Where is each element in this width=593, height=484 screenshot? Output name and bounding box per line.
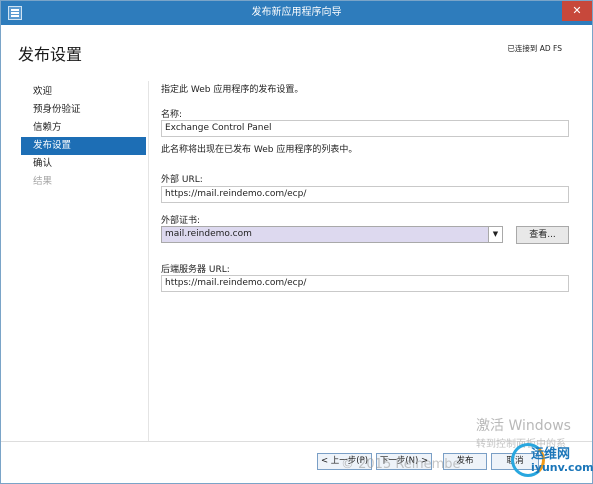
title-bar: 发布新应用程序向导 ✕: [1, 1, 592, 25]
nav-step-preauth[interactable]: 预身份验证: [21, 101, 146, 119]
backend-url-label: 后端服务器 URL:: [161, 265, 230, 275]
chevron-down-icon[interactable]: ▼: [488, 227, 502, 242]
nav-step-welcome[interactable]: 欢迎: [21, 83, 146, 101]
window-title: 发布新应用程序向导: [251, 7, 342, 18]
name-label: 名称:: [161, 110, 183, 120]
logo-line2: iyunv.com: [531, 461, 593, 474]
nav-step-results: 结果: [33, 176, 53, 187]
nav-step-publish-settings[interactable]: 发布设置: [21, 137, 146, 155]
external-cert-select[interactable]: mail.reindemo.com ▼: [161, 226, 503, 243]
logo-line1: 运维网: [531, 447, 571, 462]
external-url-label: 外部 URL:: [161, 175, 203, 185]
external-cert-label: 外部证书:: [161, 216, 201, 226]
external-cert-value: mail.reindemo.com: [165, 229, 252, 239]
page-title: 发布设置: [18, 45, 83, 64]
wizard-steps-nav: 欢迎 预身份验证 信赖方 发布设置 确认 结果: [21, 83, 146, 191]
form-intro: 指定此 Web 应用程序的发布设置。: [161, 85, 304, 95]
view-cert-button[interactable]: 查看...: [516, 226, 569, 244]
name-field[interactable]: Exchange Control Panel: [161, 120, 569, 137]
copyright-watermark: © 2015 Reinembe: [341, 457, 461, 472]
wizard-window: 发布新应用程序向导 ✕ 发布设置 已连接到 AD FS 欢迎 预身份验证 信赖方…: [0, 0, 593, 484]
nav-step-relying-party[interactable]: 信赖方: [21, 119, 146, 137]
activate-windows-watermark: 激活 Windows: [476, 418, 571, 434]
external-url-field[interactable]: https://mail.reindemo.com/ecp/: [161, 186, 569, 203]
connection-status: 已连接到 AD FS: [507, 44, 562, 53]
site-logo: 运维网 iyunv.com: [509, 441, 593, 481]
backend-url-field[interactable]: https://mail.reindemo.com/ecp/: [161, 275, 569, 292]
name-hint: 此名称将出现在已发布 Web 应用程序的列表中。: [161, 145, 358, 155]
close-button[interactable]: ✕: [562, 1, 592, 21]
nav-step-confirm[interactable]: 确认: [21, 155, 146, 173]
nav-divider: [148, 81, 149, 441]
